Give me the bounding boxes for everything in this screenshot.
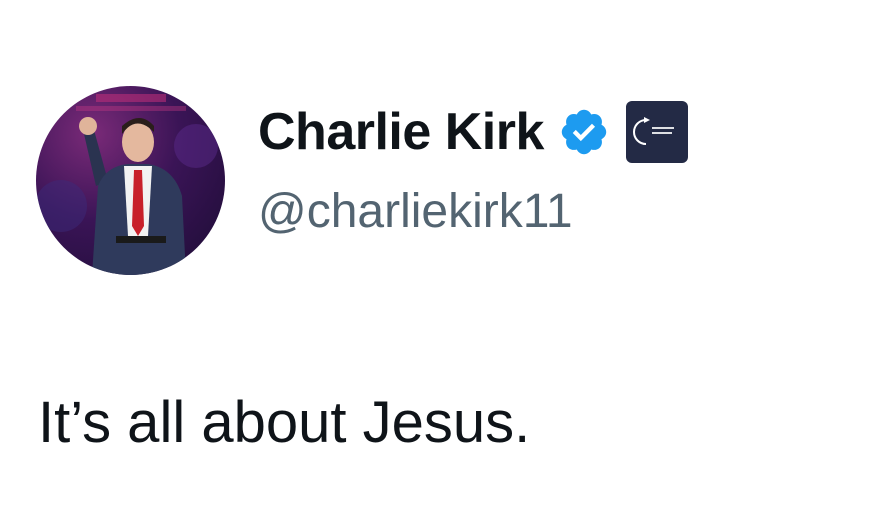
tweet-text: It’s all about Jesus. bbox=[38, 390, 531, 455]
name-row: Charlie Kirk bbox=[258, 100, 688, 164]
avatar-photo bbox=[36, 94, 218, 275]
display-name[interactable]: Charlie Kirk bbox=[258, 100, 544, 164]
user-handle[interactable]: @charliekirk11 bbox=[258, 184, 688, 240]
avatar[interactable] bbox=[36, 86, 225, 275]
affiliate-badge[interactable] bbox=[625, 101, 688, 163]
tweet-header: Charlie Kirk @charliekirk11 bbox=[258, 100, 688, 240]
verified-badge-icon[interactable] bbox=[558, 106, 610, 158]
turning-point-usa-logo bbox=[632, 117, 674, 145]
tweet-card: Charlie Kirk @charliekirk11 It’s all abo… bbox=[0, 0, 896, 523]
